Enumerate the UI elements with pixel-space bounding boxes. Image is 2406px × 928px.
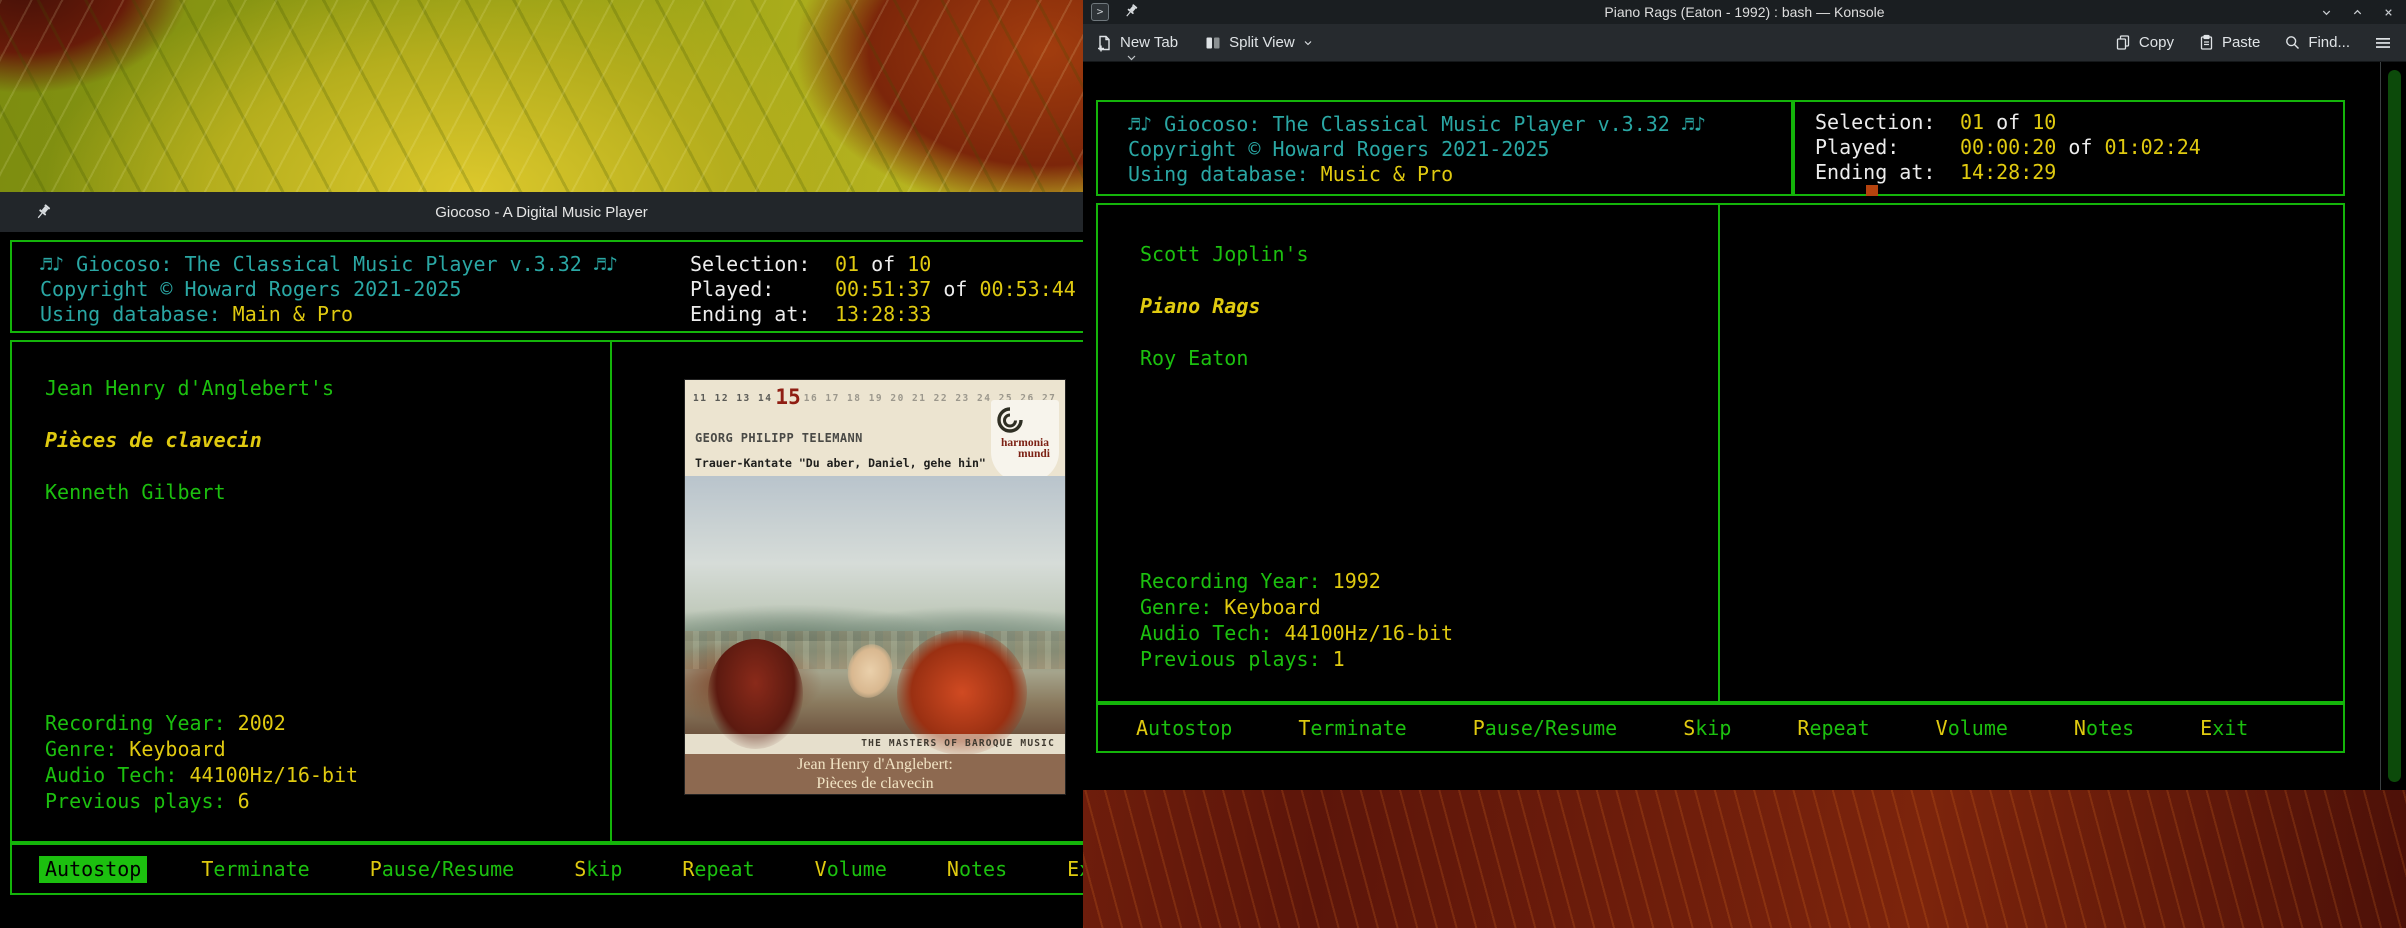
desktop: Giocoso - A Digital Music Player ♬♪ Gioc… (0, 0, 2406, 928)
menu-item-autostop[interactable]: Autostop (1136, 716, 1232, 741)
menu-item-notes[interactable]: Notes (947, 857, 1007, 882)
database-label: Using database: (40, 302, 233, 326)
track-metadata: Recording Year: 1992Genre: KeyboardAudio… (1140, 568, 1453, 672)
spiral-icon (991, 404, 1025, 438)
metadata-row: Audio Tech: 44100Hz/16-bit (45, 762, 358, 788)
database-value: Main & Pro (233, 302, 353, 326)
left-window-titlebar[interactable]: Giocoso - A Digital Music Player (0, 192, 1083, 232)
split-view-icon (1204, 34, 1222, 52)
menu-item-volume[interactable]: Volume (815, 857, 887, 882)
scrollbar-thumb[interactable] (2388, 70, 2401, 782)
left-window-title: Giocoso - A Digital Music Player (0, 204, 1083, 221)
scrollbar-track[interactable] (2380, 62, 2406, 790)
album-caption: Jean Henry d'Anglebert: Pièces de clavec… (685, 754, 1065, 794)
album-cover: 11 12 13 141516 17 18 19 20 21 22 23 24 … (685, 380, 1065, 794)
status-row: Ending at:14:28:29 (1815, 160, 2343, 185)
menu-item-notes[interactable]: Notes (2074, 716, 2134, 741)
status-row: Played:00:00:20 of 01:02:24 (1815, 135, 2343, 160)
status-row: Played:00:51:37 of 00:53:44 (690, 277, 1076, 302)
right-header-box: ♬♪ Giocoso: The Classical Music Player v… (1096, 100, 1793, 196)
copy-button[interactable]: Copy (2115, 34, 2174, 51)
menu-item-exit[interactable]: Exit (2200, 716, 2248, 741)
database-value: Music & Pro (1321, 162, 1453, 186)
app-info: ♬♪ Giocoso: The Classical Music Player v… (1098, 102, 1791, 187)
konsole-window-title: Piano Rags (Eaton - 1992) : bash — Konso… (1083, 4, 2406, 20)
pin-icon[interactable] (34, 203, 52, 221)
right-menu-bar: Autostop Terminate Pause/Resume Skip Repeat V… (1096, 703, 2345, 753)
paste-icon (2198, 34, 2215, 51)
pane-divider (610, 342, 612, 841)
hamburger-menu-button[interactable] (2374, 34, 2392, 52)
album-series-title: THE MASTERS OF BAROQUE MUSIC (685, 734, 1065, 754)
konsole-terminal: ♬♪ Giocoso: The Classical Music Player v… (1083, 62, 2406, 790)
find-button[interactable]: Find... (2284, 34, 2350, 51)
track-metadata: Recording Year: 2002Genre: KeyboardAudio… (45, 710, 358, 814)
close-button[interactable] (2381, 5, 2396, 20)
maximize-button[interactable] (2350, 5, 2365, 20)
menu-item-autostop[interactable]: Autostop (39, 856, 147, 883)
pane-divider (1718, 205, 1720, 701)
search-icon (2284, 34, 2301, 51)
minimize-button[interactable] (2319, 5, 2334, 20)
menu-item-repeat[interactable]: Repeat (1797, 716, 1869, 741)
status-row: Selection:01 of 10 (690, 252, 1076, 277)
app-copyright: Copyright © Howard Rogers 2021-2025 (1128, 137, 1791, 162)
metadata-row: Previous plays: 1 (1140, 646, 1453, 672)
left-header-box: ♬♪ Giocoso: The Classical Music Player v… (10, 240, 1083, 333)
composer: Scott Joplin's (1140, 242, 2343, 267)
album-painting (685, 476, 1065, 734)
menu-item-pause-resume[interactable]: Pause/Resume (1473, 716, 1618, 741)
terminal-cursor (1866, 185, 1878, 196)
menu-item-pause-resume[interactable]: Pause/Resume (370, 857, 515, 882)
album-track-number: 15 (775, 385, 800, 409)
prompt-badge[interactable]: > (1091, 3, 1109, 21)
playback-status-block: Selection:01 of 10Played:00:51:37 of 00:… (690, 252, 1076, 327)
konsole-titlebar[interactable]: > Piano Rags (Eaton - 1992) : bash — Kon… (1083, 0, 2406, 24)
status-row: Selection:01 of 10 (1815, 110, 2343, 135)
giocoso-window: Giocoso - A Digital Music Player ♬♪ Gioc… (0, 192, 1083, 928)
new-tab-icon (1095, 34, 1113, 52)
menu-item-terminate[interactable]: Terminate (1298, 716, 1406, 741)
metadata-row: Genre: Keyboard (45, 736, 358, 762)
menu-item-terminate[interactable]: Terminate (201, 857, 309, 882)
split-view-button[interactable]: Split View (1204, 34, 1314, 52)
chevron-down-icon (1302, 37, 1314, 49)
menu-item-skip[interactable]: Skip (1683, 716, 1731, 741)
new-tab-dropdown-chevron (1127, 55, 1136, 61)
menu-item-repeat[interactable]: Repeat (682, 857, 754, 882)
database-label: Using database: (1128, 162, 1321, 186)
hamburger-icon (2374, 34, 2392, 52)
work-title: Piano Rags (1140, 294, 2343, 319)
metadata-row: Previous plays: 6 (45, 788, 358, 814)
left-terminal: ♬♪ Giocoso: The Classical Music Player v… (0, 232, 1083, 928)
konsole-toolbar: New Tab Split View Copy (1083, 24, 2406, 62)
konsole-window: > Piano Rags (Eaton - 1992) : bash — Kon… (1083, 0, 2406, 790)
paste-button[interactable]: Paste (2198, 34, 2260, 51)
menu-item-volume[interactable]: Volume (1936, 716, 2008, 741)
database-line: Using database: Music & Pro (1128, 162, 1791, 187)
right-body-box: Scott Joplin's Piano Rags Roy Eaton Reco… (1096, 203, 2345, 703)
left-body-box: Jean Henry d'Anglebert's Pièces de clave… (10, 340, 1083, 843)
metadata-row: Audio Tech: 44100Hz/16-bit (1140, 620, 1453, 646)
pin-icon[interactable] (1123, 3, 1139, 19)
right-status-box: Selection:01 of 10Played:00:00:20 of 01:… (1793, 100, 2345, 196)
performer: Roy Eaton (1140, 346, 2343, 371)
record-label-logo: harmonia mundi (991, 400, 1059, 482)
menu-item-exit[interactable]: Exit (1067, 857, 1083, 882)
metadata-row: Recording Year: 1992 (1140, 568, 1453, 594)
copy-icon (2115, 34, 2132, 51)
new-tab-button[interactable]: New Tab (1095, 34, 1178, 52)
status-row: Ending at:13:28:33 (690, 302, 1076, 327)
metadata-row: Recording Year: 2002 (45, 710, 358, 736)
playback-status-block: Selection:01 of 10Played:00:00:20 of 01:… (1795, 102, 2343, 185)
app-title: ♬♪ Giocoso: The Classical Music Player v… (1128, 112, 1791, 137)
metadata-row: Genre: Keyboard (1140, 594, 1453, 620)
now-playing: Scott Joplin's Piano Rags Roy Eaton (1098, 205, 2343, 371)
window-controls (2319, 0, 2396, 24)
menu-item-skip[interactable]: Skip (574, 857, 622, 882)
left-menu-bar: Autostop Terminate Pause/Resume Skip Repeat V… (10, 843, 1083, 895)
